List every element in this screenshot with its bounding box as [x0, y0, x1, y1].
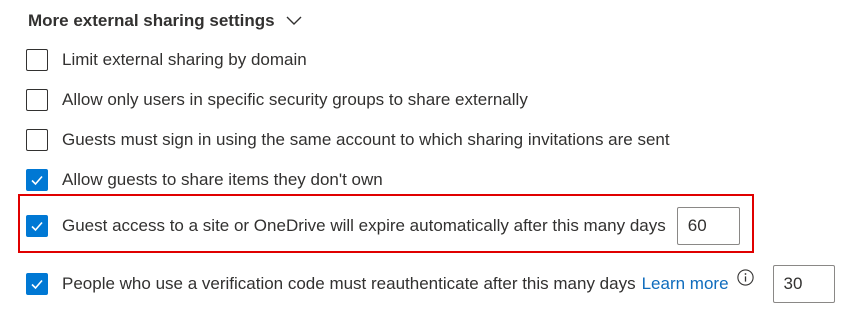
learn-more-link[interactable]: Learn more: [642, 274, 729, 294]
checkmark-icon: [31, 175, 43, 186]
guests-share-items-checkbox[interactable]: [26, 169, 48, 191]
setting-label: Allow guests to share items they don't o…: [62, 170, 383, 189]
guest-access-expire-checkbox[interactable]: [26, 215, 48, 237]
setting-guests-same-account: Guests must sign in using the same accou…: [26, 126, 670, 154]
setting-security-groups: Allow only users in specific security gr…: [26, 86, 528, 114]
checkmark-icon: [31, 279, 43, 290]
setting-guest-access-expire: Guest access to a site or OneDrive will …: [26, 207, 740, 245]
setting-limit-by-domain: Limit external sharing by domain: [26, 46, 307, 74]
setting-label: People who use a verification code must …: [62, 274, 636, 293]
section-title: More external sharing settings: [28, 11, 275, 30]
setting-label: Guest access to a site or OneDrive will …: [62, 216, 666, 235]
setting-label: Guests must sign in using the same accou…: [62, 130, 670, 149]
checkmark-icon: [31, 221, 43, 232]
guest-expire-days-input[interactable]: [676, 207, 740, 245]
guests-same-account-checkbox[interactable]: [26, 129, 48, 151]
security-groups-checkbox[interactable]: [26, 89, 48, 111]
chevron-down-icon[interactable]: [285, 15, 303, 27]
setting-label: Allow only users in specific security gr…: [62, 90, 528, 109]
setting-verification-reauth: People who use a verification code must …: [26, 265, 835, 303]
verification-reauth-checkbox[interactable]: [26, 273, 48, 295]
section-header[interactable]: More external sharing settings: [28, 8, 303, 34]
reauth-days-input[interactable]: [772, 265, 835, 303]
setting-guests-share-items: Allow guests to share items they don't o…: [26, 166, 383, 194]
info-icon[interactable]: [736, 268, 754, 286]
setting-label: Limit external sharing by domain: [62, 50, 307, 69]
limit-by-domain-checkbox[interactable]: [26, 49, 48, 71]
